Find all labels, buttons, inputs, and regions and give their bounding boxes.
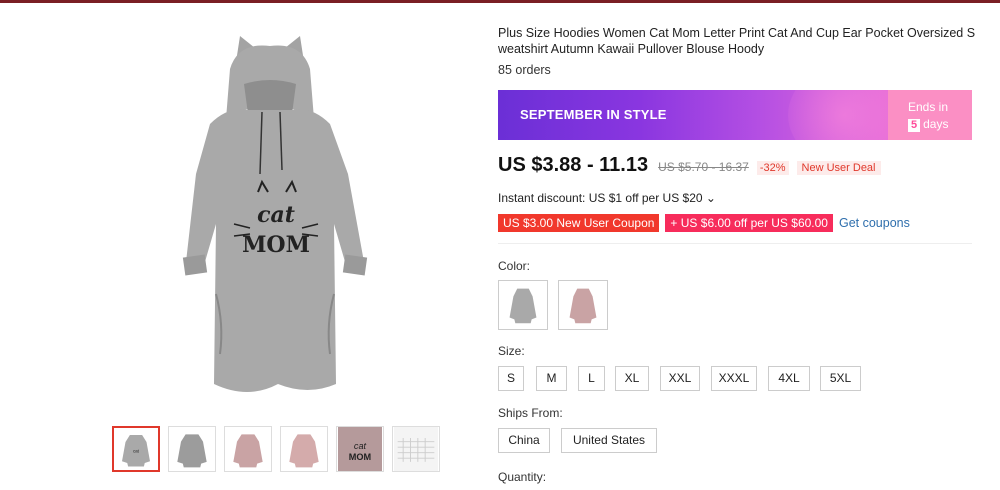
promo-banner[interactable]: SEPTEMBER IN STYLE Ends in 5 days xyxy=(498,90,972,140)
ships-from-label: Ships From: xyxy=(498,406,563,420)
orders-count: 85 orders xyxy=(498,63,551,77)
size-option-5xl[interactable]: 5XL xyxy=(820,366,861,391)
thumbnail-print-closeup[interactable]: cat MOM xyxy=(336,426,384,472)
days-label: days xyxy=(923,117,949,131)
product-title: Plus Size Hoodies Women Cat Mom Letter P… xyxy=(498,26,976,56)
discount-badge: -32% xyxy=(756,161,789,175)
thumbnail-size-chart[interactable] xyxy=(392,426,440,472)
new-user-deal-badge: New User Deal xyxy=(796,161,881,175)
ships-from-china[interactable]: China xyxy=(498,428,550,453)
size-option-l[interactable]: L xyxy=(578,366,605,391)
days-number: 5 xyxy=(908,119,921,132)
new-user-coupon[interactable]: US $3.00 New User Coupon xyxy=(498,213,660,232)
svg-text:cat: cat xyxy=(133,449,140,454)
print-text-cat: cat xyxy=(257,202,295,228)
banner-countdown: Ends in 5 days xyxy=(888,90,972,140)
get-coupons-link[interactable]: Get coupons xyxy=(839,216,910,230)
ships-from-united-states[interactable]: United States xyxy=(561,428,657,453)
divider xyxy=(498,243,972,244)
banner-label: SEPTEMBER IN STYLE xyxy=(520,107,667,122)
svg-text:cat: cat xyxy=(354,441,367,451)
instant-discount-dropdown[interactable]: Instant discount: US $1 off per US $20 ⌄ xyxy=(498,191,716,205)
size-option-xxxl[interactable]: XXXL xyxy=(711,366,757,391)
top-accent-line xyxy=(0,0,1000,3)
color-label: Color: xyxy=(498,259,531,273)
ends-in-label: Ends in xyxy=(908,100,949,114)
thumbnail-strip: cat cat MOM xyxy=(112,426,442,474)
days-countdown: 5 days xyxy=(908,117,948,132)
size-label: Size: xyxy=(498,344,525,358)
svg-text:MOM: MOM xyxy=(349,452,372,462)
main-product-image[interactable]: cat MOM xyxy=(168,24,388,404)
current-price: US $3.88 - 11.13 xyxy=(498,154,649,176)
thumbnail-pink-hoodie-side[interactable] xyxy=(280,426,328,472)
size-option-s[interactable]: S xyxy=(498,366,524,391)
thumbnail-gray-hoodie[interactable]: cat xyxy=(112,426,160,472)
original-price: US $5.70 - 16.37 xyxy=(658,160,749,174)
color-swatch-gray[interactable] xyxy=(498,280,548,330)
size-option-xxl[interactable]: XXL xyxy=(660,366,700,391)
thumbnail-pink-hoodie[interactable] xyxy=(224,426,272,472)
print-text-mom: MOM xyxy=(242,232,310,258)
thumbnail-gray-hoodie-side[interactable] xyxy=(168,426,216,472)
color-swatch-pink[interactable] xyxy=(558,280,608,330)
coupon-row: US $3.00 New User Coupon + US $6.00 off … xyxy=(498,213,910,232)
quantity-label: Quantity: xyxy=(498,470,547,484)
size-option-m[interactable]: M xyxy=(536,366,567,391)
size-option-4xl[interactable]: 4XL xyxy=(768,366,810,391)
size-option-xl[interactable]: XL xyxy=(615,366,649,391)
price-row: US $3.88 - 11.13 US $5.70 - 16.37 -32% N… xyxy=(498,154,881,182)
store-coupon[interactable]: + US $6.00 off per US $60.00 xyxy=(665,213,833,232)
